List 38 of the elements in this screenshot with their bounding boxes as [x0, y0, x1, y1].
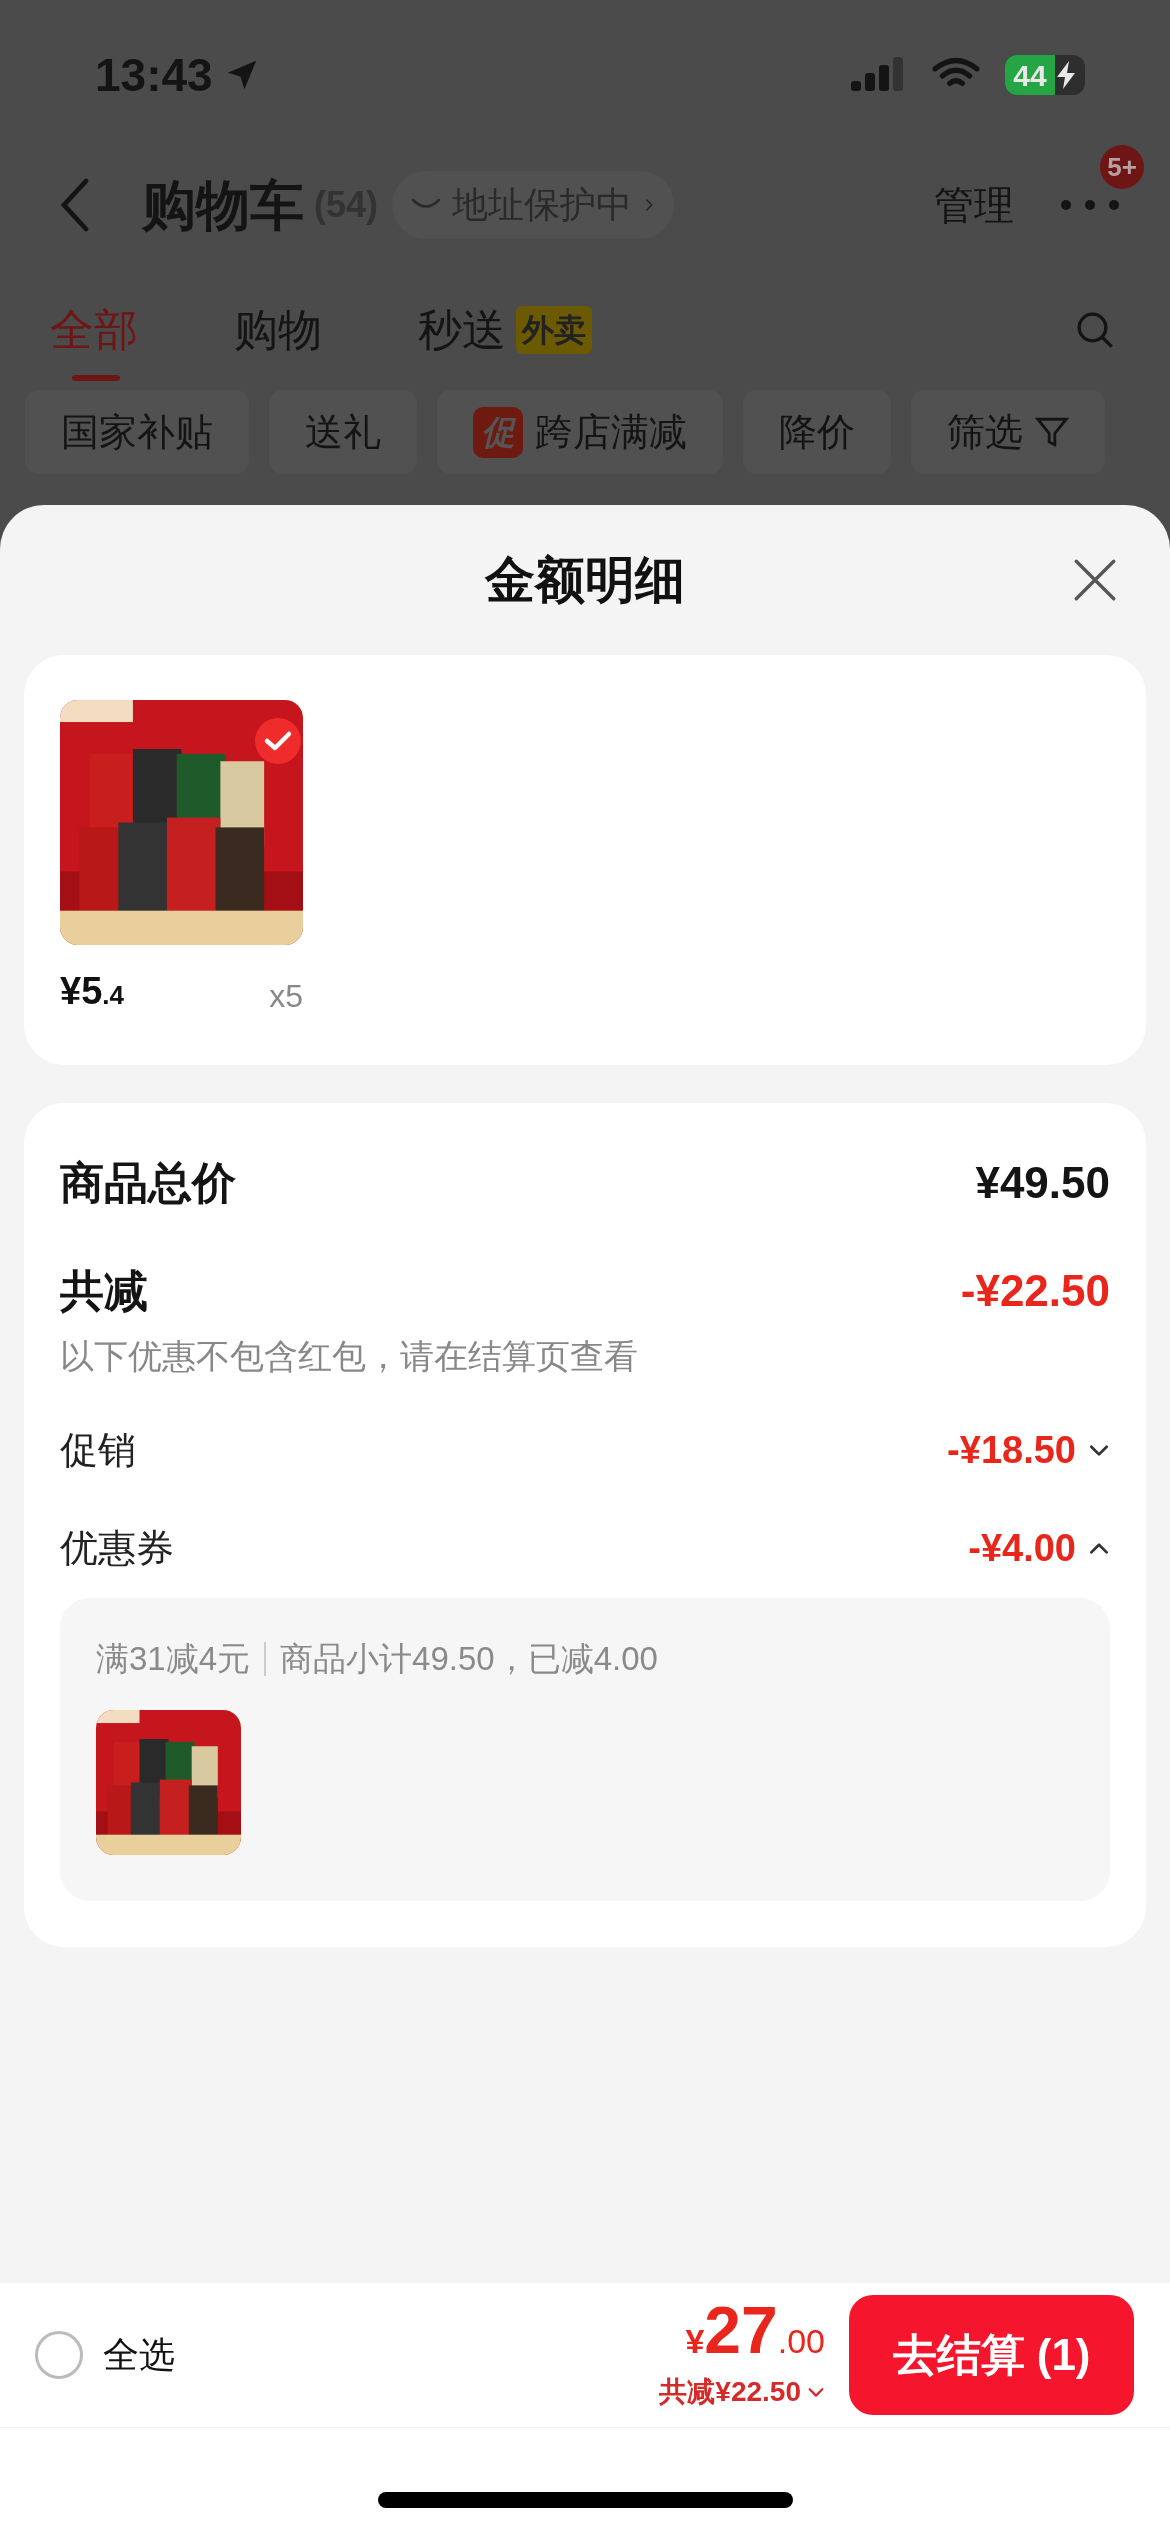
coupon-condition: 满31减4元 — [96, 1639, 251, 1679]
discount-note: 以下优惠不包含红包，请在结算页查看 — [60, 1336, 639, 1377]
sheet-title: 金额明细 — [485, 550, 685, 610]
filter-chip[interactable]: 筛选 — [911, 390, 1105, 474]
select-all-label: 全选 — [103, 2333, 175, 2377]
saved-amount: 共减¥22.50 — [659, 2375, 801, 2409]
checkout-button[interactable]: 去结算 (1) — [849, 2295, 1134, 2415]
check-icon[interactable] — [255, 718, 301, 764]
filter-chip[interactable]: 送礼 — [269, 390, 417, 474]
discount-line-toggle[interactable]: -¥18.50 — [947, 1421, 1110, 1479]
takeout-tag: 外卖 — [516, 306, 592, 354]
discount-line-label: 优惠券 — [60, 1525, 174, 1571]
cart-total: ¥27.00 — [685, 2297, 825, 2363]
notification-badge: 5+ — [1100, 145, 1144, 189]
item-quantity: x5 — [269, 977, 303, 1016]
chevron-down-icon — [807, 2386, 825, 2398]
filter-chip[interactable]: 促 跨店满减 — [437, 390, 723, 474]
chevron-up-icon — [1088, 1541, 1110, 1555]
discount-value: -¥22.50 — [960, 1265, 1110, 1317]
discount-label: 共减 — [60, 1265, 148, 1317]
discount-line-label: 促销 — [60, 1427, 136, 1473]
item-price: ¥5.4 — [60, 969, 124, 1014]
total-value: ¥49.50 — [975, 1157, 1110, 1209]
search-icon[interactable] — [1075, 310, 1115, 350]
back-icon[interactable] — [60, 177, 90, 233]
discount-line-toggle[interactable]: -¥4.00 — [968, 1519, 1110, 1577]
filter-chip[interactable]: 降价 — [743, 390, 891, 474]
promo-tag: 促 — [473, 406, 523, 458]
battery-icon: 44 — [1005, 55, 1085, 95]
total-label: 商品总价 — [60, 1157, 236, 1209]
chevron-down-icon — [1088, 1443, 1110, 1457]
select-all-checkbox[interactable] — [35, 2331, 83, 2379]
filter-chip[interactable]: 国家补贴 — [25, 390, 249, 474]
status-time: 13:43 — [95, 47, 213, 103]
more-icon[interactable] — [1060, 199, 1120, 211]
coupon-subtotal: 商品小计49.50，已减4.00 — [280, 1639, 658, 1679]
cart-tab[interactable]: 购物 — [234, 297, 322, 381]
filter-icon — [1035, 415, 1069, 449]
